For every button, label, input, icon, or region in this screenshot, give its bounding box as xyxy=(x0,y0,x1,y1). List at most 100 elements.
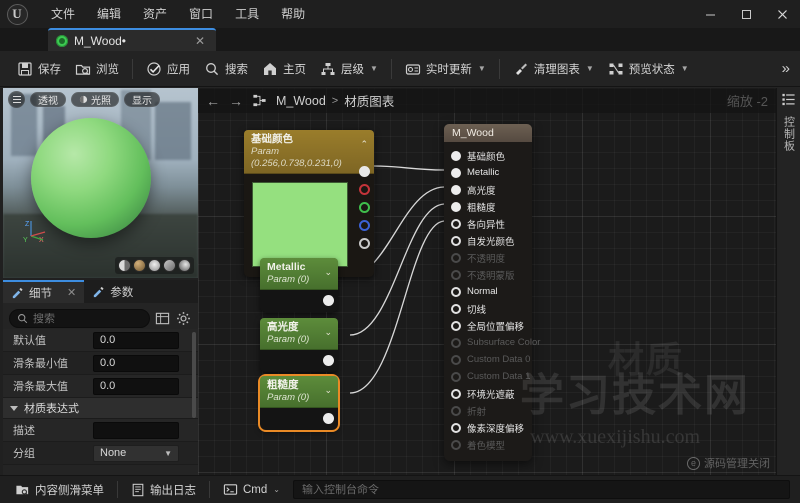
breadcrumb-item-material[interactable]: M_Wood xyxy=(276,94,326,108)
slider-max-field[interactable]: 0.0 xyxy=(93,377,179,395)
mat-pin-emissive-color[interactable]: 自发光颜色 xyxy=(444,232,532,249)
node-material-output[interactable]: M_Wood 基础颜色 Metallic 高光度 粗糙度 各向异性 自发光颜色 … xyxy=(444,124,540,461)
unreal-logo-icon[interactable]: U xyxy=(0,1,34,27)
search-box[interactable] xyxy=(9,309,150,328)
cmd-dropdown[interactable]: Cmd ⌄ xyxy=(216,479,287,500)
node-metallic-param[interactable]: Metallic Param (0) ⌄ xyxy=(260,258,338,312)
toolbar-save-button[interactable]: 保存 xyxy=(10,55,68,83)
nav-back-button[interactable]: ← xyxy=(206,93,220,109)
node-header[interactable]: M_Wood xyxy=(444,124,532,142)
menu-asset[interactable]: 资产 xyxy=(132,3,178,25)
mat-pin-specular[interactable]: 高光度 xyxy=(444,181,532,198)
slider-min-field[interactable]: 0.0 xyxy=(93,354,179,372)
mat-pin-pixel-depth-offset[interactable]: 像素深度偏移 xyxy=(444,419,532,436)
gear-icon[interactable] xyxy=(176,311,192,327)
mat-pin-opacity[interactable]: 不透明度 xyxy=(444,249,532,266)
preview-shape-cube[interactable] xyxy=(163,259,176,272)
search-input[interactable] xyxy=(33,312,142,325)
default-value-field[interactable]: 0.0 xyxy=(93,331,179,349)
node-header[interactable]: 基础颜色 Param (0.256,0.738,0.231,0) ⌃ xyxy=(244,130,374,174)
chevron-down-icon[interactable]: ⌄ xyxy=(273,485,280,494)
chevron-down-icon[interactable]: ⌄ xyxy=(324,385,332,396)
toolbar-preview-state-button[interactable]: 预览状态 ▼ xyxy=(601,55,696,83)
property-row-slider-max[interactable]: 滑条最大值 0.0 xyxy=(3,375,198,398)
group-dropdown[interactable]: None ▼ xyxy=(93,444,179,462)
viewport-lit-button[interactable]: 光照 xyxy=(71,91,119,107)
node-roughness-param[interactable]: 粗糙度 Param (0) ⌄ xyxy=(258,374,340,432)
mat-pin-shading-model[interactable]: 着色模型 xyxy=(444,436,532,453)
menu-help[interactable]: 帮助 xyxy=(270,3,316,25)
preview-shape-custom[interactable] xyxy=(178,259,191,272)
material-preview-viewport[interactable]: Z Y X 透视 光照 显示 xyxy=(3,88,198,278)
palette-list-icon[interactable] xyxy=(781,92,797,108)
source-control-status[interactable]: e 源码管理关闭 xyxy=(687,455,770,471)
mat-pin-anisotropy[interactable]: 各向异性 xyxy=(444,215,532,232)
node-base-color-param[interactable]: 基础颜色 Param (0.256,0.738,0.231,0) ⌃ xyxy=(244,130,374,277)
preview-shape-sphere[interactable] xyxy=(133,259,146,272)
hamburger-icon[interactable] xyxy=(8,90,25,108)
toolbar-apply-button[interactable]: 应用 xyxy=(139,55,197,83)
toolbar-home-button[interactable]: 主页 xyxy=(255,55,313,83)
mat-pin-custom-data-0[interactable]: Custom Data 0 xyxy=(444,351,532,368)
node-header[interactable]: 高光度 Param (0) ⌄ xyxy=(260,318,338,350)
mat-pin-custom-data-1[interactable]: Custom Data 1 xyxy=(444,368,532,385)
tab-details[interactable]: 细节 ✕ xyxy=(3,280,85,303)
pin-g[interactable] xyxy=(359,202,370,213)
minimize-button[interactable] xyxy=(692,0,728,28)
toolbar-hierarchy-button[interactable]: 层级 ▼ xyxy=(313,55,385,83)
pin-a[interactable] xyxy=(359,238,370,249)
material-graph-canvas[interactable]: 基础颜色 Param (0.256,0.738,0.231,0) ⌃ Metal… xyxy=(198,88,776,475)
description-field[interactable] xyxy=(93,421,179,439)
node-header[interactable]: 粗糙度 Param (0) ⌄ xyxy=(260,376,338,408)
tab-parameters[interactable]: 参数 xyxy=(84,280,141,303)
mat-pin-normal[interactable]: Normal xyxy=(444,283,532,300)
toolbar-search-button[interactable]: 搜索 xyxy=(197,55,255,83)
table-view-icon[interactable] xyxy=(155,311,171,327)
property-row-default-value[interactable]: 默认值 0.0 xyxy=(3,329,198,352)
mat-pin-base-color[interactable]: 基础颜色 xyxy=(444,147,532,164)
breadcrumb-item-graph[interactable]: 材质图表 xyxy=(344,91,394,110)
chevron-down-icon[interactable]: ⌄ xyxy=(324,267,332,278)
console-input[interactable] xyxy=(301,483,781,496)
node-specular-param[interactable]: 高光度 Param (0) ⌄ xyxy=(260,318,338,372)
chevron-down-icon[interactable]: ▼ xyxy=(681,64,689,73)
content-drawer-button[interactable]: 内容侧滑菜单 xyxy=(8,479,111,500)
mat-pin-ambient-occlusion[interactable]: 环境光遮蔽 xyxy=(444,385,532,402)
section-material-expression[interactable]: 材质表达式 xyxy=(3,398,198,419)
close-icon[interactable]: ✕ xyxy=(67,286,76,299)
pin-b[interactable] xyxy=(359,220,370,231)
menu-tools[interactable]: 工具 xyxy=(224,3,270,25)
chevron-down-icon[interactable]: ▼ xyxy=(586,64,594,73)
menu-edit[interactable]: 编辑 xyxy=(86,3,132,25)
mat-pin-subsurface-color[interactable]: Subsurface Color xyxy=(444,334,540,351)
console-command-box[interactable] xyxy=(292,480,790,499)
preview-shape-cylinder[interactable] xyxy=(148,259,161,272)
chevron-down-icon[interactable]: ▼ xyxy=(370,64,378,73)
pin-output[interactable] xyxy=(323,413,334,424)
menu-window[interactable]: 窗口 xyxy=(178,3,224,25)
close-button[interactable] xyxy=(764,0,800,28)
color-swatch[interactable] xyxy=(252,182,348,267)
mat-pin-opacity-mask[interactable]: 不透明蒙版 xyxy=(444,266,532,283)
output-log-button[interactable]: 输出日志 xyxy=(124,479,203,500)
menu-file[interactable]: 文件 xyxy=(40,3,86,25)
viewport-show-button[interactable]: 显示 xyxy=(124,91,160,107)
pin-output[interactable] xyxy=(323,355,334,366)
toolbar-browse-button[interactable]: 浏览 xyxy=(68,55,126,83)
chevron-up-icon[interactable]: ⌃ xyxy=(360,139,368,150)
toolbar-live-update-button[interactable]: 实时更新 ▼ xyxy=(398,55,493,83)
chevron-down-icon[interactable]: ⌄ xyxy=(324,327,332,338)
details-scrollbar[interactable] xyxy=(192,332,196,418)
document-tab-m-wood[interactable]: M_Wood• ✕ xyxy=(48,28,216,51)
pin-r[interactable] xyxy=(359,184,370,195)
toolbar-overflow-button[interactable]: » xyxy=(778,60,794,77)
node-header[interactable]: Metallic Param (0) ⌄ xyxy=(260,258,338,290)
toolbar-clean-graph-button[interactable]: 清理图表 ▼ xyxy=(506,55,601,83)
viewport-perspective-button[interactable]: 透视 xyxy=(30,91,66,107)
preview-shape-plane[interactable] xyxy=(118,259,131,272)
property-row-slider-min[interactable]: 滑条最小值 0.0 xyxy=(3,352,198,375)
mat-pin-world-position-offset[interactable]: 全局位置偏移 xyxy=(444,317,532,334)
mat-pin-refraction[interactable]: 折射 xyxy=(444,402,532,419)
mat-pin-metallic[interactable]: Metallic xyxy=(444,164,532,181)
pin-output[interactable] xyxy=(323,295,334,306)
